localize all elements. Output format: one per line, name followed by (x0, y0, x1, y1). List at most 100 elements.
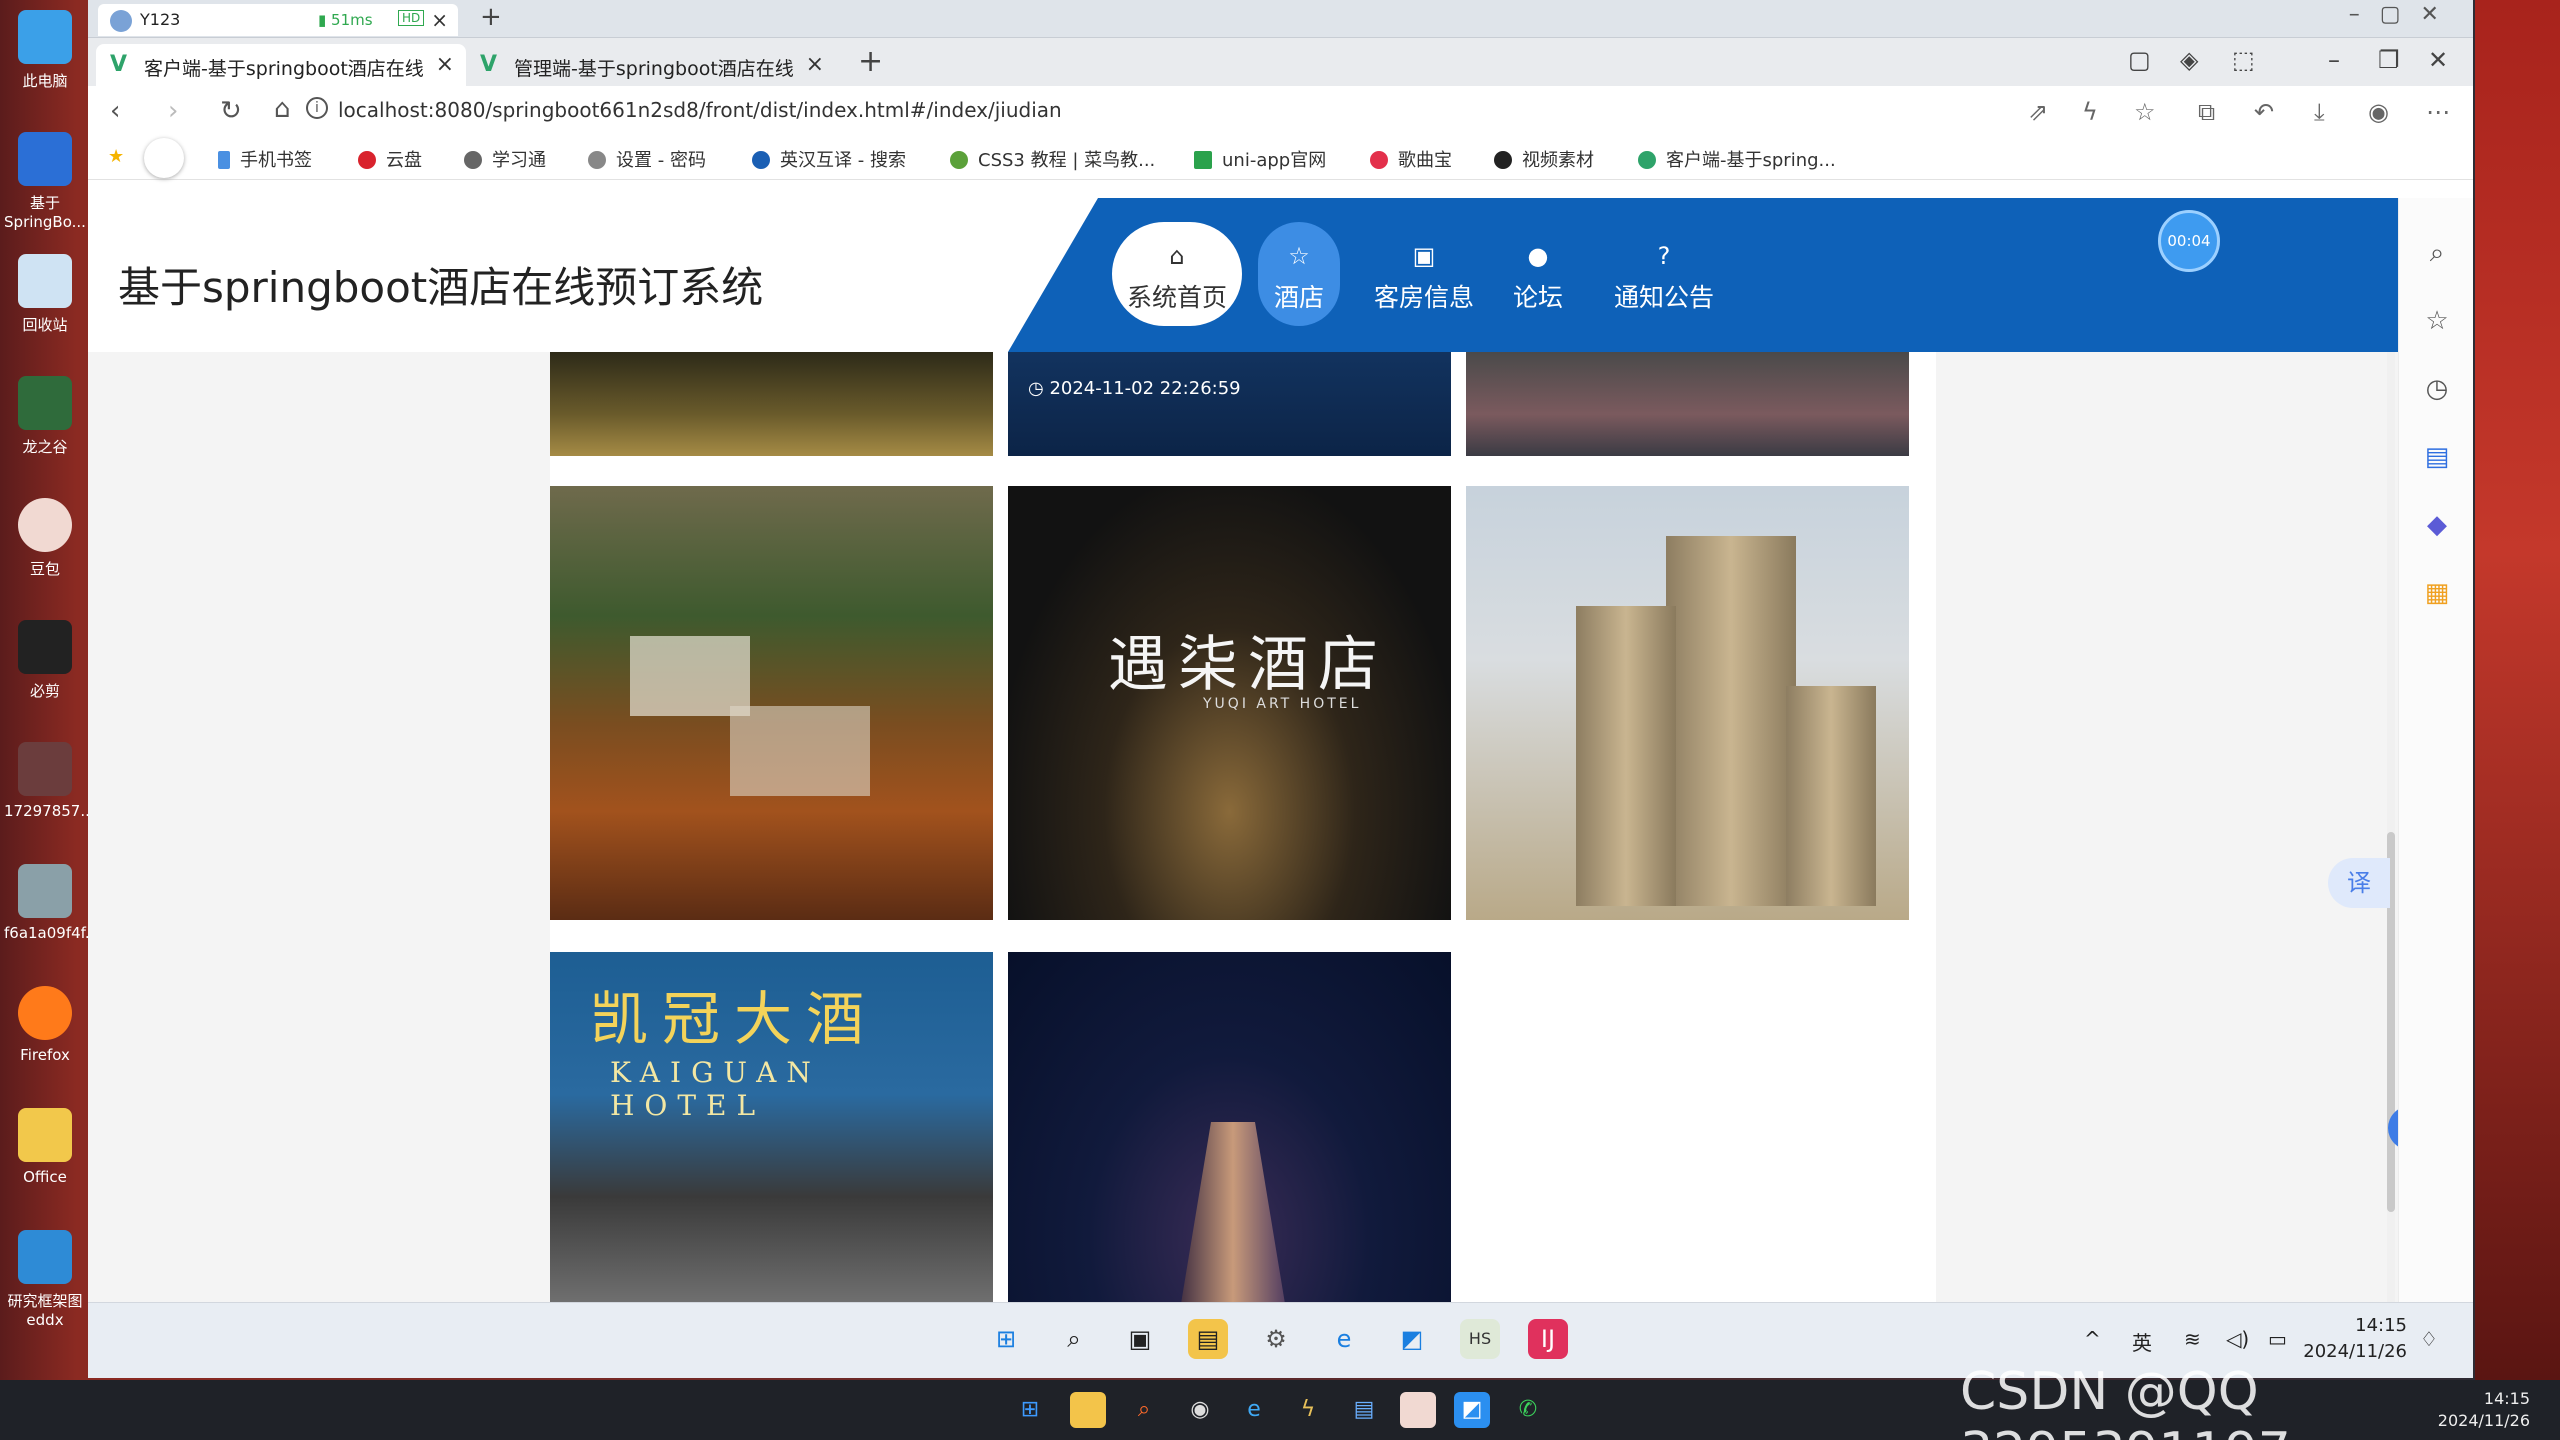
desktop-icon-bijian[interactable]: 必剪 (4, 620, 86, 701)
bookmark-item[interactable]: 客户端-基于spring... (1638, 146, 1836, 172)
lightning-icon[interactable]: ϟ (2082, 98, 2098, 126)
chrome-icon[interactable]: ◉ (1182, 1392, 1218, 1428)
settings-gear-icon[interactable]: ⚙ (1256, 1319, 1296, 1359)
notepad-icon[interactable]: ▤ (1346, 1392, 1382, 1428)
desktop-icon-game[interactable]: 龙之谷 (4, 376, 86, 457)
hotel-card[interactable]: ◷ 2024-11-02 22:26:59 (1008, 352, 1451, 456)
undo-icon[interactable]: ↶ (2254, 98, 2274, 126)
hotel-card[interactable] (550, 486, 993, 920)
chevron-up-icon[interactable]: ^ (2084, 1327, 2101, 1351)
favorites-icon[interactable]: ☆ (2422, 306, 2452, 336)
site-info-icon[interactable]: i (306, 97, 328, 119)
desktop-icon-doubao[interactable]: 豆包 (4, 498, 86, 579)
ai-icon[interactable]: ▤ (2422, 442, 2452, 472)
translate-button[interactable]: 译 (2328, 858, 2390, 908)
volume-icon[interactable]: ◁) (2226, 1327, 2249, 1351)
home-icon[interactable]: ⌂ (274, 94, 291, 124)
desktop-icon-image-1[interactable]: 17297857... (4, 742, 95, 820)
remote-window-controls[interactable]: –▢✕ (2349, 2, 2459, 27)
hotel-card[interactable] (1466, 486, 1909, 920)
back-icon[interactable]: ‹ (110, 96, 120, 126)
desktop-icon-this-pc[interactable]: 此电脑 (4, 10, 86, 91)
forward-icon[interactable]: › (168, 96, 178, 126)
bookmark-item[interactable]: 歌曲宝 (1370, 146, 1452, 172)
edge-browser-icon[interactable]: e (1236, 1392, 1272, 1428)
bookmark-item[interactable]: 设置 - 密码 (588, 146, 706, 172)
edge-browser-icon[interactable]: e (1324, 1319, 1364, 1359)
reading-mode-icon[interactable]: ▢ (2128, 46, 2151, 74)
wifi-icon[interactable]: ≋ (2184, 1327, 2201, 1351)
hotel-card[interactable]: 遇柒酒店 YUQI ART HOTEL (1008, 486, 1451, 920)
bookmark-item[interactable]: 视频素材 (1494, 146, 1594, 172)
desktop-icon-word-doc[interactable]: 基于SpringBo... (4, 132, 86, 231)
nav-forum[interactable]: ● 论坛 (1498, 222, 1578, 326)
desktop-icon-recycle-bin[interactable]: 回收站 (4, 254, 86, 335)
remote-app-icon[interactable]: ◩ (1454, 1392, 1490, 1428)
star-icon[interactable]: ★ (108, 146, 124, 167)
hbuilder-icon[interactable]: HS (1460, 1319, 1500, 1359)
hotel-card[interactable] (550, 352, 993, 456)
notification-bell-icon[interactable]: ♢ (2420, 1327, 2438, 1351)
minimize-icon[interactable]: – (2328, 46, 2340, 74)
tab-admin[interactable]: V 管理端-基于springboot酒店在线 × (466, 44, 836, 86)
taskbar-clock[interactable]: 14:15 2024/11/26 (2303, 1313, 2407, 1365)
app-logo-icon[interactable]: ◩ (1392, 1319, 1432, 1359)
hotel-card[interactable]: 凯冠大酒 KAIGUAN HOTEL (550, 952, 993, 1360)
extensions-icon[interactable]: ◈ (2180, 46, 2198, 74)
history-icon[interactable]: ◷ (2422, 374, 2452, 404)
hotel-card[interactable] (1466, 352, 1909, 456)
favorite-star-icon[interactable]: ☆ (2134, 98, 2156, 126)
task-view-icon[interactable]: ▣ (1120, 1319, 1160, 1359)
app-logo-icon[interactable] (144, 138, 184, 178)
nav-home[interactable]: ⌂ 系统首页 (1112, 222, 1242, 326)
more-icon[interactable]: ⋯ (2426, 98, 2450, 126)
tab-client[interactable]: V 客户端-基于springboot酒店在线 × (96, 44, 466, 86)
desktop-icon-image-2[interactable]: f6a1a09f4f... (4, 864, 99, 942)
windows-start-icon[interactable]: ⊞ (986, 1319, 1026, 1359)
search-icon[interactable]: ⌕ (1054, 1319, 1094, 1359)
bookmark-item[interactable]: uni-app官网 (1194, 146, 1326, 172)
search-app-icon[interactable]: ⌕ (1126, 1392, 1162, 1428)
extension-icon[interactable]: ⧉ (2198, 98, 2215, 126)
bookmark-item[interactable]: 云盘 (358, 146, 422, 172)
close-window-icon[interactable]: ✕ (2428, 46, 2448, 74)
new-tab-button[interactable]: + (858, 44, 883, 79)
page-scrollbar[interactable] (2387, 352, 2395, 1352)
remote-session-tab[interactable]: Y123 ▮ 51ms HD × (98, 4, 458, 36)
nav-hotel[interactable]: ☆ 酒店 (1258, 222, 1340, 326)
host-clock[interactable]: 14:15 2024/11/26 (2438, 1388, 2530, 1432)
file-explorer-icon[interactable]: ▤ (1188, 1319, 1228, 1359)
close-icon[interactable]: × (431, 8, 448, 32)
reload-icon[interactable]: ↻ (220, 96, 242, 126)
bookmark-item[interactable]: 学习通 (464, 146, 546, 172)
collections-icon[interactable]: ⬚ (2232, 46, 2255, 74)
share-icon[interactable]: ⇗ (2028, 98, 2048, 126)
close-icon[interactable]: × (436, 52, 454, 77)
desktop-icon-firefox[interactable]: Firefox (4, 986, 86, 1064)
recording-timer[interactable]: 00:04 (2158, 210, 2220, 272)
url-input[interactable]: localhost:8080/springboot661n2sd8/front/… (338, 98, 1062, 122)
nav-notices[interactable]: ? 通知公告 (1602, 222, 1726, 326)
gamepad-icon[interactable]: ◆ (2422, 510, 2452, 540)
intellij-icon[interactable]: IJ (1528, 1319, 1568, 1359)
bookmark-item[interactable]: 手机书签 (218, 146, 312, 172)
new-session-button[interactable]: + (480, 2, 502, 32)
avatar-icon[interactable] (1400, 1392, 1436, 1428)
desktop-icon-office[interactable]: Office (4, 1108, 86, 1186)
battery-icon[interactable]: ▭ (2268, 1327, 2287, 1351)
profile-icon[interactable]: ◉ (2368, 98, 2389, 126)
nav-room-info[interactable]: ▣ 客房信息 (1364, 222, 1484, 326)
feather-app-icon[interactable]: ϟ (1290, 1392, 1326, 1428)
desktop-icon-eddx[interactable]: 研究框架图 eddx (4, 1230, 86, 1329)
toolbox-icon[interactable]: ▦ (2422, 578, 2452, 608)
search-icon[interactable]: ⌕ (2422, 238, 2452, 268)
windows-start-icon[interactable]: ⊞ (1012, 1392, 1048, 1428)
download-icon[interactable]: ⤓ (2314, 98, 2325, 126)
bookmark-item[interactable]: 英汉互译 - 搜索 (752, 146, 906, 172)
close-icon[interactable]: × (806, 52, 824, 77)
file-explorer-icon[interactable] (1070, 1392, 1106, 1428)
wechat-icon[interactable]: ✆ (1510, 1392, 1546, 1428)
maximize-icon[interactable]: ❐ (2378, 46, 2400, 74)
hotel-card[interactable] (1008, 952, 1451, 1360)
input-language[interactable]: 英 (2132, 1327, 2152, 1356)
